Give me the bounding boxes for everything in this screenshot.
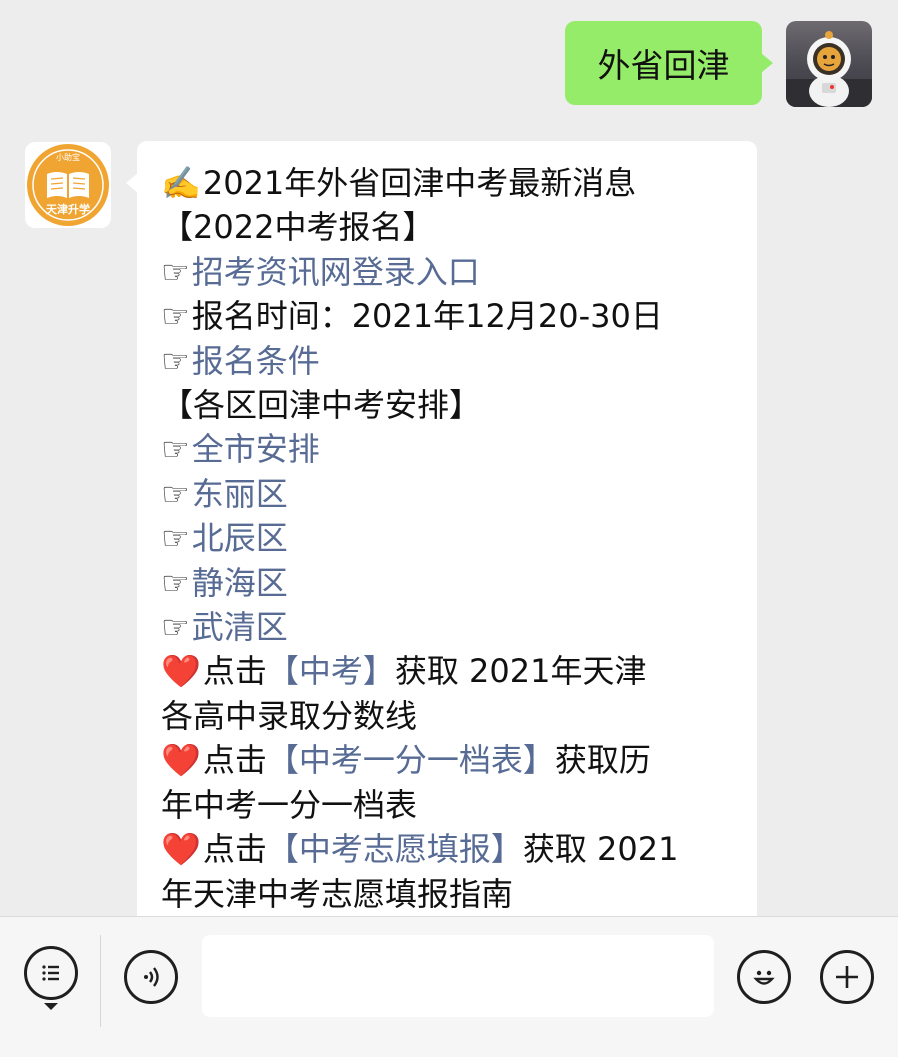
message-link-line[interactable]: ☞武清区 [161,605,757,649]
action-prefix-text: 点击 [202,652,267,691]
action-continuation-text: 年天津中考志愿填报指南 [161,874,514,913]
action-suffix-text: 获取历 [554,741,651,780]
action-suffix-text: 获取 2021 [522,830,679,869]
message-link-line[interactable]: ☞静海区 [161,561,757,605]
message-text: 【2022中考报名】 [161,208,435,247]
pointing-hand-icon: ☞ [161,252,190,291]
menu-button[interactable] [24,946,78,1000]
action-continuation-text: 年中考一分一档表 [161,785,418,824]
message-link[interactable]: 报名条件 [192,342,320,380]
message-text-line: 【2022中考报名】 [161,205,757,249]
chat-input-bar [0,916,898,1057]
message-link[interactable]: 武清区 [192,608,288,646]
message-text-line: 【各区回津中考安排】 [161,383,757,427]
message-input[interactable] [202,935,714,1017]
action-keyword-link[interactable]: 【中考】 [267,652,395,690]
pointing-hand-icon: ☞ [161,608,190,647]
message-text: 【各区回津中考安排】 [161,386,482,425]
message-actions: ❤️点击【中考】获取 2021年天津 各高中录取分数线 ❤️点击【中考一分一档表】获… [161,649,757,915]
input-divider [100,935,101,1027]
heart-icon: ❤️ [161,652,201,691]
voice-button[interactable] [124,950,178,1004]
plus-button[interactable] [820,950,874,1004]
voice-icon [144,967,159,987]
message-link-line[interactable]: ☞东丽区 [161,472,757,516]
action-prefix-text: 点击 [202,830,267,869]
action-continuation-text: 各高中录取分数线 [161,696,418,735]
message-link-line[interactable]: ☞北辰区 [161,516,757,560]
message-link-line[interactable]: ☞全市安排 [161,427,757,471]
heart-icon: ❤️ [161,741,201,780]
action-keyword-link[interactable]: 【中考志愿填报】 [267,830,523,868]
chat-area: 外省回津 小助宝 天津升学 ✍️2021年外省回津中考最新消息 【2022中考报… [0,0,898,916]
message-text: 2021年外省回津中考最新消息 [202,164,637,202]
message-link[interactable]: 北辰区 [192,519,288,557]
astronaut-avatar-image [786,31,872,107]
logo-top-text: 小助宝 [56,152,80,162]
message-link[interactable]: 静海区 [192,564,288,602]
action-suffix-text: 获取 2021年天津 [394,652,647,691]
outgoing-message-bubble[interactable]: 外省回津 [565,21,773,105]
menu-caret-icon [44,1003,58,1010]
message-link-line[interactable]: ☞报名条件 [161,339,757,383]
incoming-message-bubble: ✍️2021年外省回津中考最新消息 【2022中考报名】 ☞招考资讯网登录入口 ☞报名… [126,141,757,916]
action-prefix-text: 点击 [202,741,267,780]
emoji-button[interactable] [737,950,791,1004]
action-line: ❤️点击【中考】获取 2021年天津 [161,649,757,693]
message-lines: ✍️2021年外省回津中考最新消息 【2022中考报名】 ☞招考资讯网登录入口 ☞报名… [161,161,757,649]
menu-icon [42,965,59,981]
bot-avatar[interactable]: 小助宝 天津升学 [25,142,111,228]
message-text: 报名时间：2021年12月20-30日 [191,297,663,336]
heart-icon: ❤️ [161,830,201,869]
emoji-icon [753,970,775,985]
writing-hand-icon: ✍️ [161,164,201,202]
plus-icon [836,966,858,988]
pointing-hand-icon: ☞ [161,519,190,558]
tianjin-shengxue-logo: 小助宝 天津升学 [27,144,109,226]
pointing-hand-icon: ☞ [161,341,190,380]
pointing-hand-icon: ☞ [161,563,190,602]
action-line: ❤️点击【中考志愿填报】获取 2021 [161,827,757,871]
logo-bottom-text: 天津升学 [46,202,90,216]
message-link-line[interactable]: ☞招考资讯网登录入口 [161,250,757,294]
pointing-hand-icon: ☞ [161,474,190,513]
message-text-line: ✍️2021年外省回津中考最新消息 [161,161,757,205]
message-text-line: ☞报名时间：2021年12月20-30日 [161,294,757,338]
self-avatar[interactable] [786,21,872,107]
message-link[interactable]: 全市安排 [192,430,320,468]
message-link[interactable]: 东丽区 [192,475,288,513]
action-line: ❤️点击【中考一分一档表】获取历 [161,738,757,782]
action-keyword-link[interactable]: 【中考一分一档表】 [267,741,555,779]
outgoing-message-text: 外省回津 [597,46,730,85]
pointing-hand-icon: ☞ [161,297,190,336]
message-link[interactable]: 招考资讯网登录入口 [192,253,480,291]
pointing-hand-icon: ☞ [161,430,190,469]
